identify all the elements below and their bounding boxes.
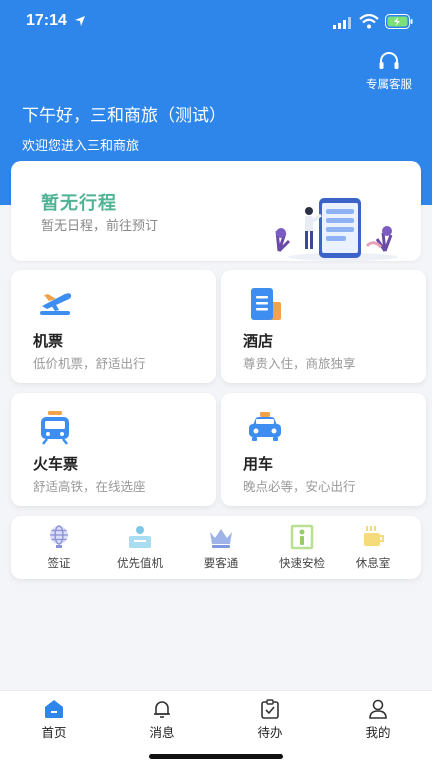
wifi-icon bbox=[359, 14, 379, 29]
welcome-text: 欢迎您进入三和商旅 bbox=[22, 139, 140, 154]
quick-visa[interactable]: 签证 bbox=[19, 524, 99, 571]
status-bar: 17:14 bbox=[0, 0, 432, 44]
flight-subtitle: 低价机票，舒适出行 bbox=[33, 356, 146, 371]
quick-fast-security-label: 快速安检 bbox=[279, 556, 325, 570]
tab-todo-label: 待办 bbox=[257, 725, 283, 740]
tab-messages[interactable]: 消息 bbox=[122, 699, 202, 741]
security-gate-icon bbox=[290, 524, 314, 550]
tab-home[interactable]: 首页 bbox=[14, 699, 94, 741]
coffee-icon bbox=[364, 526, 384, 546]
status-time: 17:14 bbox=[26, 12, 67, 29]
train-subtitle: 舒适高铁，在线选座 bbox=[33, 479, 146, 494]
tab-messages-label: 消息 bbox=[149, 725, 175, 740]
booking-illustration bbox=[275, 198, 398, 261]
customer-service-label: 专属客服 bbox=[366, 77, 412, 91]
quick-priority-checkin-label: 优先值机 bbox=[117, 556, 163, 570]
crown-icon bbox=[210, 529, 232, 548]
car-title: 用车 bbox=[243, 455, 274, 473]
customer-service-button[interactable]: 专属客服 bbox=[356, 52, 422, 92]
quick-visa-label: 签证 bbox=[47, 556, 71, 570]
battery-charging-icon bbox=[385, 14, 413, 29]
quick-lounge-label: 休息室 bbox=[355, 556, 391, 570]
tab-mine[interactable]: 我的 bbox=[338, 699, 418, 741]
hotel-icon bbox=[251, 288, 281, 320]
trip-title: 暂无行程 bbox=[41, 193, 117, 214]
globe-icon bbox=[50, 525, 68, 548]
quick-services-bar: 签证 优先值机 要客通 快速安检 休息室 bbox=[11, 516, 421, 579]
train-icon bbox=[41, 411, 69, 445]
car-subtitle: 晚点必等，安心出行 bbox=[243, 479, 356, 494]
home-indicator bbox=[149, 754, 283, 759]
flight-card[interactable]: 机票 低价机票，舒适出行 bbox=[11, 270, 216, 383]
hotel-subtitle: 尊贵入住，商旅独享 bbox=[243, 356, 356, 371]
greeting-text: 下午好，三和商旅（测试） bbox=[22, 106, 226, 126]
user-icon bbox=[369, 699, 387, 719]
flight-title: 机票 bbox=[33, 332, 64, 350]
cellular-signal-icon bbox=[333, 17, 351, 29]
quick-vip[interactable]: 要客通 bbox=[181, 524, 261, 571]
checkin-icon bbox=[129, 526, 151, 548]
tab-mine-label: 我的 bbox=[365, 725, 391, 740]
quick-priority-checkin[interactable]: 优先值机 bbox=[100, 524, 180, 571]
quick-lounge[interactable]: 休息室 bbox=[333, 524, 413, 571]
hotel-card[interactable]: 酒店 尊贵入住，商旅独享 bbox=[221, 270, 426, 383]
car-card[interactable]: 用车 晚点必等，安心出行 bbox=[221, 393, 426, 506]
train-title: 火车票 bbox=[33, 455, 79, 473]
quick-fast-security[interactable]: 快速安检 bbox=[262, 524, 342, 571]
tab-home-label: 首页 bbox=[41, 725, 67, 740]
quick-vip-label: 要客通 bbox=[203, 556, 239, 570]
train-card[interactable]: 火车票 舒适高铁，在线选座 bbox=[11, 393, 216, 506]
trip-card[interactable]: 暂无行程 暂无日程，前往预订 bbox=[11, 161, 421, 261]
car-icon bbox=[249, 412, 281, 441]
home-icon bbox=[45, 700, 63, 718]
location-arrow-icon bbox=[75, 16, 85, 26]
tab-todo[interactable]: 待办 bbox=[230, 699, 310, 741]
todo-icon bbox=[261, 699, 279, 719]
bell-icon bbox=[154, 701, 170, 718]
headset-icon bbox=[379, 52, 399, 69]
airplane-icon bbox=[40, 293, 72, 315]
hotel-title: 酒店 bbox=[243, 332, 274, 350]
trip-subtitle: 暂无日程，前往预订 bbox=[41, 219, 159, 234]
